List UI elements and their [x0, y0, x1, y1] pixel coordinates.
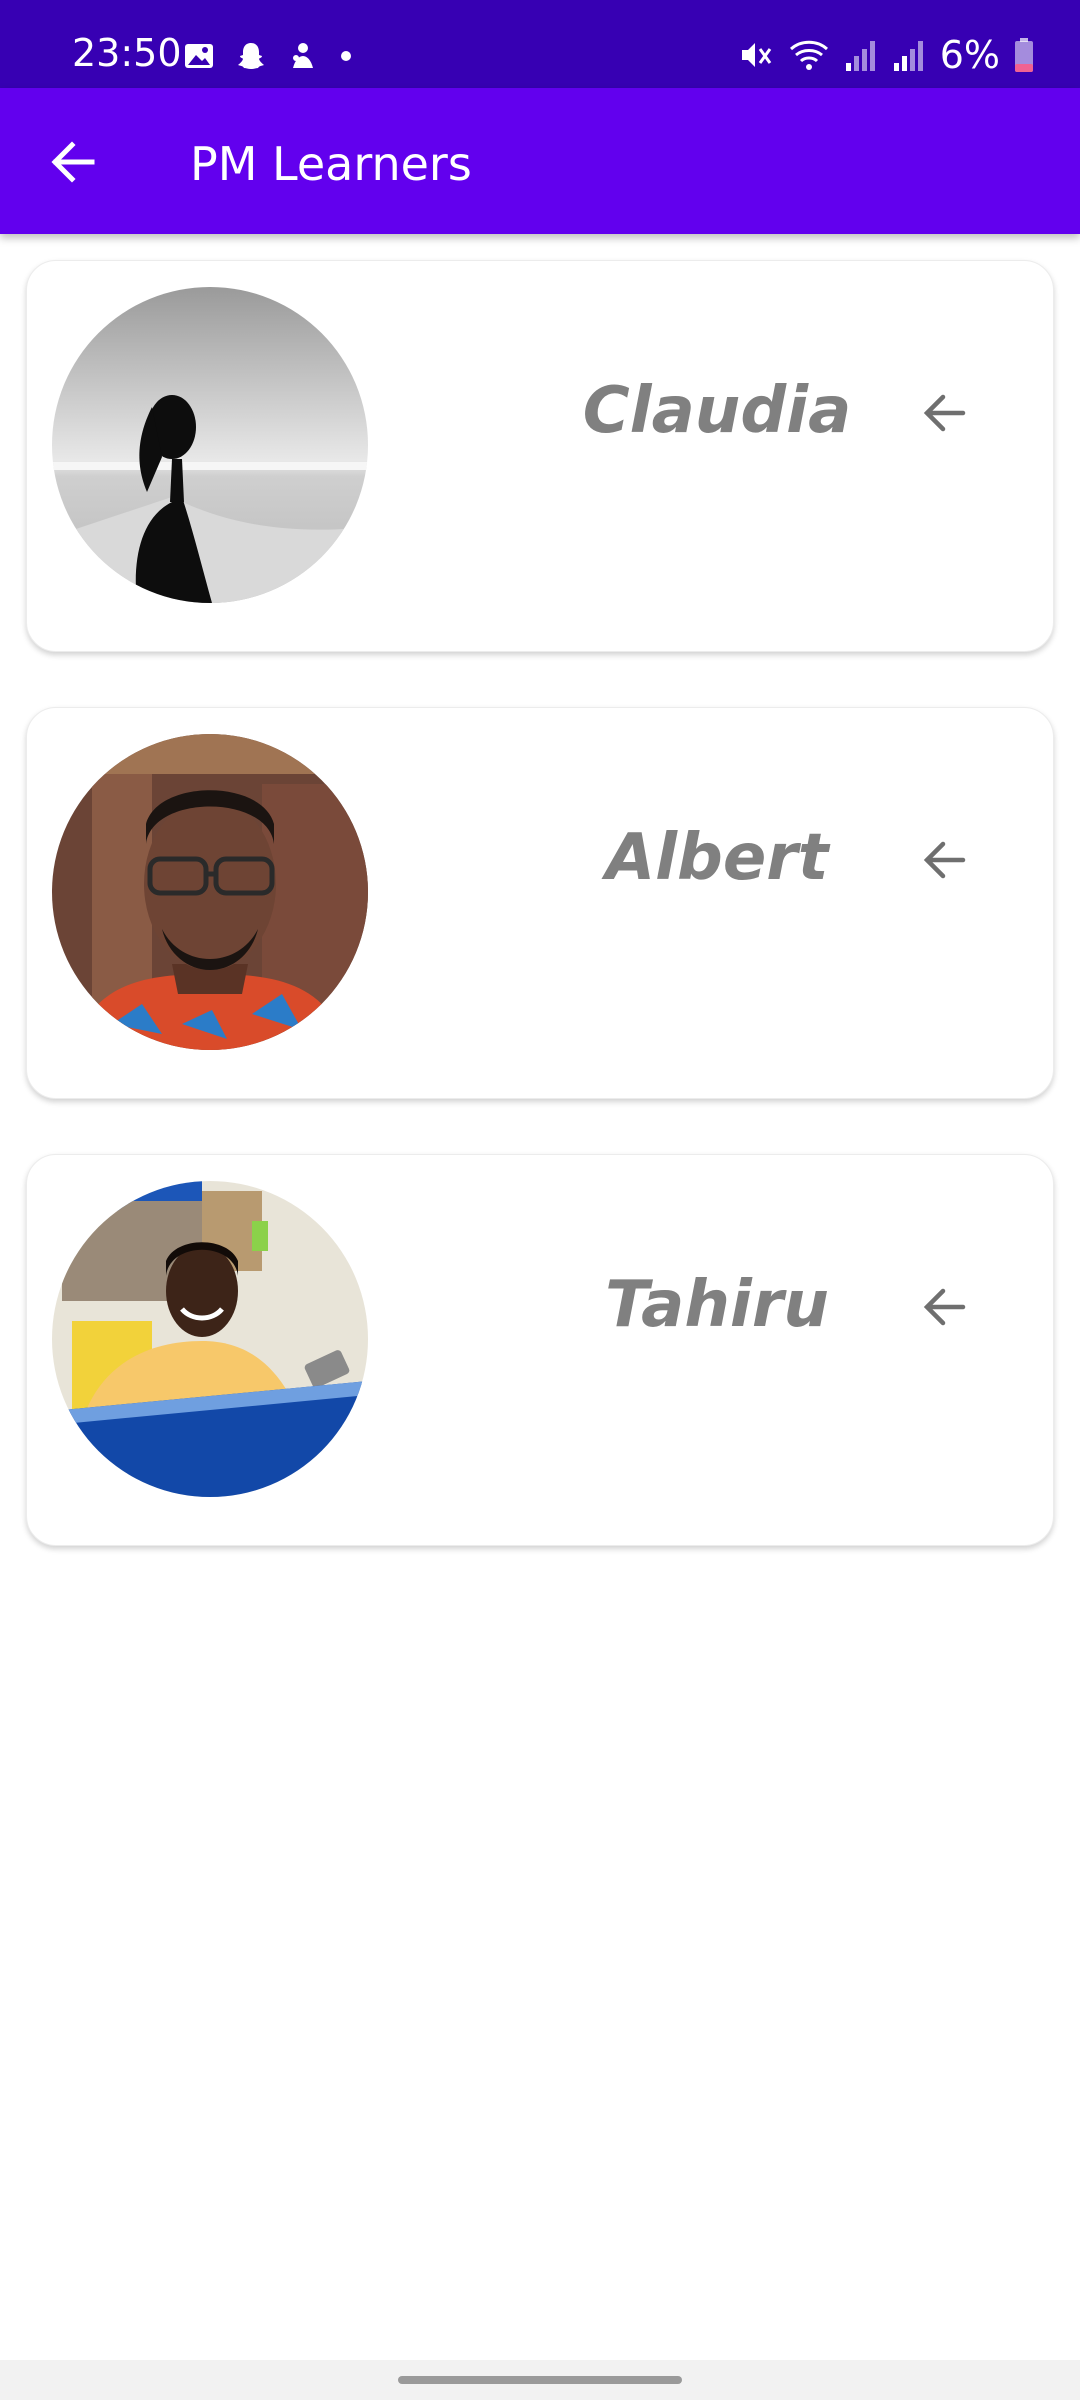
- home-gesture-handle[interactable]: [398, 2376, 682, 2384]
- arrow-left-icon[interactable]: [917, 1279, 973, 1335]
- status-time: 23:50: [72, 31, 182, 75]
- wifi-icon: [789, 40, 828, 70]
- avatar: [52, 734, 368, 1050]
- learner-list: Claudia Albert Tahiru: [26, 260, 1054, 1601]
- gallery-icon: [185, 44, 213, 68]
- arrow-left-icon[interactable]: [917, 385, 973, 441]
- arrow-back-icon: [51, 141, 95, 183]
- app-bar: PM Learners: [0, 88, 1080, 234]
- learner-name: Claudia: [582, 374, 852, 448]
- learner-card[interactable]: Tahiru: [26, 1154, 1054, 1546]
- arrow-left-icon[interactable]: [917, 832, 973, 888]
- status-notification-icons: [183, 40, 353, 72]
- page-title: PM Learners: [190, 137, 472, 191]
- battery-percent: 6%: [939, 33, 1000, 77]
- learner-card[interactable]: Claudia: [26, 260, 1054, 652]
- status-bar: 23:50 6%: [0, 0, 1080, 88]
- signal-icon: [845, 41, 875, 71]
- status-system-icons: 6%: [738, 36, 1034, 74]
- avatar: [52, 1181, 368, 1497]
- notification-icon: [293, 43, 313, 68]
- learner-card[interactable]: Albert: [26, 707, 1054, 1099]
- snapchat-icon: [238, 43, 264, 69]
- dot-icon: [341, 51, 351, 61]
- battery-icon: [1015, 38, 1033, 72]
- signal-icon: [893, 41, 923, 71]
- gesture-navigation-bar: [0, 2360, 1080, 2400]
- mute-icon: [741, 43, 771, 67]
- learner-name: Tahiru: [605, 1268, 829, 1342]
- learner-name: Albert: [605, 821, 829, 895]
- avatar: [52, 287, 368, 603]
- back-button[interactable]: [44, 132, 104, 192]
